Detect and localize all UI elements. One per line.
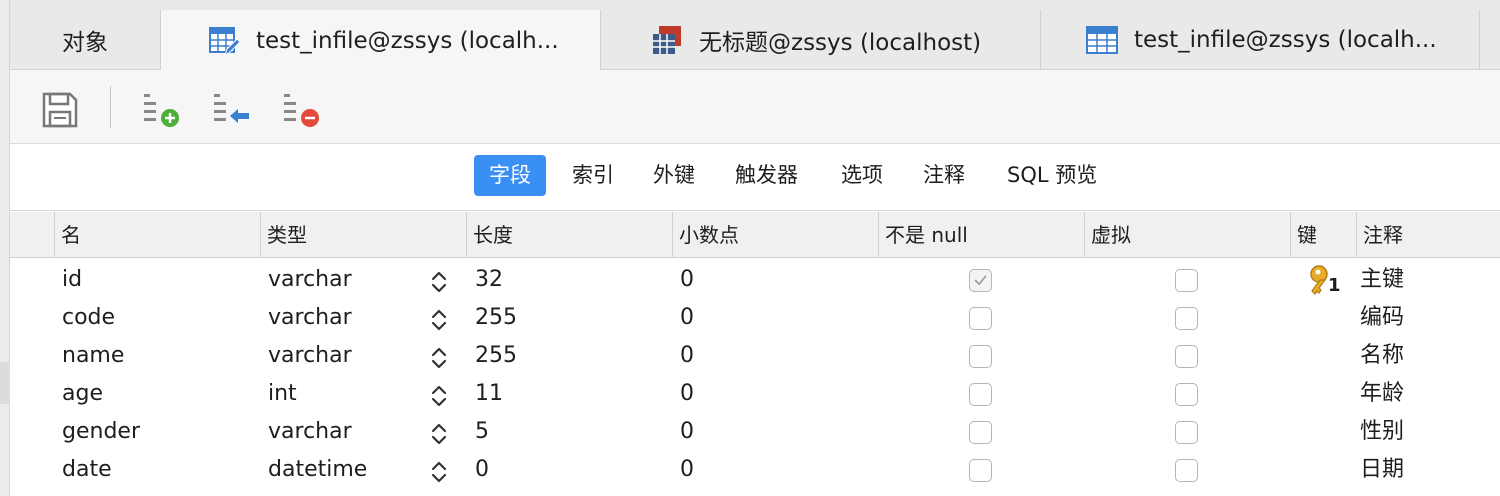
toolbar-separator	[110, 86, 111, 128]
field-name-cell[interactable]: age	[62, 375, 103, 413]
field-type-cell[interactable]: varchar	[268, 337, 352, 375]
type-stepper-icon[interactable]	[430, 459, 448, 485]
type-stepper-icon[interactable]	[430, 421, 448, 447]
tab-label: 对象	[62, 30, 108, 56]
field-name-cell[interactable]: id	[62, 261, 82, 299]
add-field-icon[interactable]	[142, 90, 182, 130]
virtual-checkbox[interactable]	[1175, 459, 1198, 482]
table-icon	[1086, 26, 1118, 54]
subtab-indexes[interactable]: 索引	[557, 155, 629, 196]
subtab-options[interactable]: 选项	[826, 155, 898, 196]
fields-grid: id varchar 32 0 1 主键 code varchar 255 0 编码 name varc…	[10, 259, 1500, 496]
type-stepper-icon[interactable]	[430, 307, 448, 333]
field-type-cell[interactable]: int	[268, 375, 297, 413]
design-subtabs: 字段 索引 外键 触发器 选项 注释 SQL 预览	[10, 145, 1500, 211]
column-header-type[interactable]: 类型	[260, 212, 466, 258]
field-length-cell[interactable]: 32	[475, 261, 503, 299]
virtual-checkbox[interactable]	[1175, 345, 1198, 368]
field-decimals-cell[interactable]: 0	[680, 375, 694, 413]
field-decimals-cell[interactable]: 0	[680, 413, 694, 451]
field-comment-cell[interactable]: 名称	[1360, 337, 1404, 375]
column-header-not-null[interactable]: 不是 null	[878, 212, 1084, 258]
column-header-comment[interactable]: 注释	[1356, 212, 1500, 258]
column-header-length[interactable]: 长度	[466, 212, 672, 258]
not-null-checkbox[interactable]	[969, 383, 992, 406]
field-name-cell[interactable]: name	[62, 337, 124, 375]
field-type-cell[interactable]: datetime	[268, 451, 367, 489]
type-stepper-icon[interactable]	[430, 269, 448, 295]
type-stepper-icon[interactable]	[430, 345, 448, 371]
virtual-checkbox[interactable]	[1175, 307, 1198, 330]
field-comment-cell[interactable]: 日期	[1360, 451, 1404, 489]
subtab-fields[interactable]: 字段	[474, 155, 546, 196]
field-comment-cell[interactable]: 年龄	[1360, 375, 1404, 413]
field-decimals-cell[interactable]: 0	[680, 451, 694, 489]
subtab-foreign-keys[interactable]: 外键	[638, 155, 710, 196]
insert-field-icon[interactable]	[212, 90, 252, 130]
toolbar	[10, 70, 1500, 144]
tab-query[interactable]: 无标题@zssys (localhost)	[600, 10, 1040, 70]
field-length-cell[interactable]: 5	[475, 413, 489, 451]
column-header-virtual[interactable]: 虚拟	[1084, 212, 1290, 258]
field-length-cell[interactable]: 255	[475, 337, 517, 375]
field-length-cell[interactable]: 255	[475, 299, 517, 337]
tab-bar: 对象 test_infile@zssys (localh... 无标题@zssy…	[10, 0, 1500, 71]
table-row[interactable]: code varchar 255 0 编码	[10, 299, 1500, 337]
field-type-cell[interactable]: varchar	[268, 261, 352, 299]
delete-field-icon[interactable]	[282, 90, 322, 130]
subtab-comment[interactable]: 注释	[908, 155, 980, 196]
table-row[interactable]: age int 11 0 年龄	[10, 375, 1500, 413]
field-type-cell[interactable]: varchar	[268, 299, 352, 337]
not-null-checkbox[interactable]	[969, 345, 992, 368]
tab-table-design[interactable]: test_infile@zssys (localh...	[160, 10, 600, 71]
not-null-checkbox[interactable]	[969, 307, 992, 330]
tab-label: 无标题@zssys (localhost)	[699, 30, 982, 56]
field-name-cell[interactable]: date	[62, 451, 112, 489]
field-length-cell[interactable]: 11	[475, 375, 503, 413]
field-comment-cell[interactable]: 性别	[1360, 413, 1404, 451]
table-row[interactable]: gender varchar 5 0 性别	[10, 413, 1500, 451]
field-decimals-cell[interactable]: 0	[680, 299, 694, 337]
field-comment-cell[interactable]: 编码	[1360, 299, 1404, 337]
column-header-key[interactable]: 键	[1290, 212, 1356, 258]
fields-grid-header: 名 类型 长度 小数点 不是 null 虚拟 键 注释	[10, 212, 1500, 258]
virtual-checkbox[interactable]	[1175, 421, 1198, 444]
type-stepper-icon[interactable]	[430, 383, 448, 409]
table-row[interactable]: date datetime 0 0 日期	[10, 451, 1500, 489]
virtual-checkbox[interactable]	[1175, 269, 1198, 292]
not-null-checkbox[interactable]	[969, 459, 992, 482]
scroll-marker	[0, 362, 10, 404]
table-row[interactable]: id varchar 32 0 1 主键	[10, 261, 1500, 299]
field-length-cell[interactable]: 0	[475, 451, 489, 489]
column-header-decimals[interactable]: 小数点	[672, 212, 878, 258]
tab-label: test_infile@zssys (localh...	[256, 27, 559, 54]
field-type-cell[interactable]: varchar	[268, 413, 352, 451]
table-query-icon	[653, 26, 681, 54]
field-decimals-cell[interactable]: 0	[680, 337, 694, 375]
field-name-cell[interactable]: code	[62, 299, 115, 337]
tab-table-data[interactable]: test_infile@zssys (localh...	[1040, 10, 1480, 70]
field-name-cell[interactable]: gender	[62, 413, 140, 451]
field-decimals-cell[interactable]: 0	[680, 261, 694, 299]
tab-label: test_infile@zssys (localh...	[1134, 27, 1437, 53]
not-null-checkbox[interactable]	[969, 421, 992, 444]
tab-objects[interactable]: 对象	[10, 10, 160, 70]
left-edge-strip	[0, 0, 10, 496]
virtual-checkbox[interactable]	[1175, 383, 1198, 406]
column-header-name[interactable]: 名	[54, 212, 260, 258]
table-edit-icon	[209, 26, 240, 56]
subtab-sql-preview[interactable]: SQL 预览	[992, 155, 1112, 196]
save-icon[interactable]	[40, 90, 80, 130]
not-null-checkbox[interactable]	[969, 269, 992, 292]
table-row[interactable]: name varchar 255 0 名称	[10, 337, 1500, 375]
field-comment-cell[interactable]: 主键	[1360, 261, 1404, 299]
subtab-triggers[interactable]: 触发器	[720, 155, 813, 196]
